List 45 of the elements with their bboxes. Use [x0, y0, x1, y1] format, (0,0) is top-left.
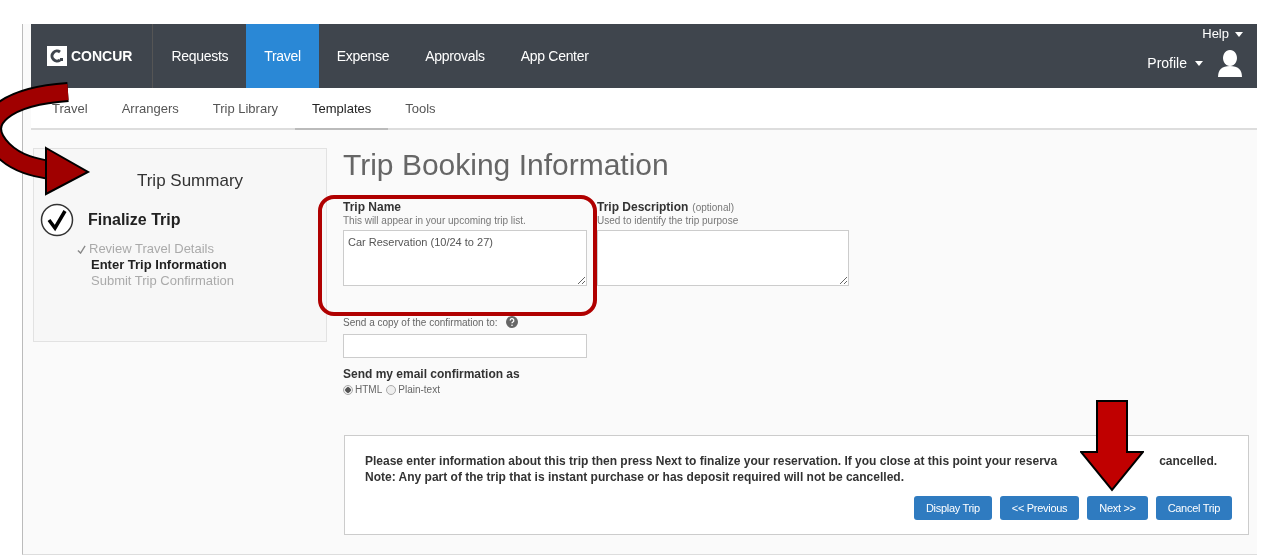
caret-icon: [1195, 60, 1203, 66]
email-field[interactable]: [343, 334, 587, 358]
check-icon: [77, 244, 86, 254]
optional-note: (optional): [692, 202, 735, 213]
sub-tab[interactable]: Trip Library: [195, 88, 295, 128]
step-title: Finalize Trip: [88, 211, 181, 229]
trip-description-field[interactable]: [597, 230, 849, 286]
logo-icon: [47, 46, 67, 66]
trip-name-field[interactable]: Car Reservation (10/24 to 27): [343, 230, 587, 286]
step-item: Enter Trip Information: [91, 257, 227, 273]
page-title: Trip Booking Information: [343, 148, 670, 182]
radio-button[interactable]: [343, 384, 353, 395]
field-label: Trip Name: [343, 200, 403, 214]
notice-text: cancelled.: [1159, 454, 1218, 468]
nav-tab[interactable]: Travel: [246, 24, 319, 88]
nav-tab[interactable]: App Center: [502, 24, 607, 88]
notice-text: Please enter information about this trip then press Next to finalize your reservation. If you close at this point your reserva: [365, 454, 1058, 468]
user-avatar-icon[interactable]: [1217, 48, 1243, 78]
radio-label[interactable]: HTML: [355, 384, 383, 395]
field-hint: This will appear in your upcoming trip list.: [343, 215, 527, 226]
nav-tab[interactable]: Expense: [318, 24, 408, 88]
action-button[interactable]: Cancel Trip: [1155, 496, 1232, 520]
action-button[interactable]: << Previous: [999, 496, 1080, 520]
notice-text: Note: Any part of the trip that is instant purchase or has deposit required will not be cancelled.: [365, 470, 905, 484]
radio-button[interactable]: [386, 384, 397, 395]
help-icon[interactable]: [505, 316, 518, 328]
field-label: Trip Description: [597, 200, 689, 214]
radio-label[interactable]: Plain-text: [398, 384, 440, 395]
step-item: Review Travel Details: [89, 241, 214, 257]
field-hint: Used to identify the trip purpose: [597, 215, 740, 226]
profile-menu[interactable]: Profile: [1147, 55, 1203, 71]
caret-icon: [1235, 31, 1243, 37]
action-button[interactable]: Display Trip: [913, 496, 992, 520]
sub-tab[interactable]: Arrangers: [104, 88, 196, 128]
step-item: Submit Trip Confirmation: [91, 273, 235, 289]
sub-tab[interactable]: Travel: [35, 88, 105, 128]
nav-tab[interactable]: Requests: [153, 24, 247, 88]
field-label: Send a copy of the confirmation to:: [343, 316, 498, 328]
nav-tab[interactable]: Approvals: [407, 24, 503, 88]
field-label: Send my email confirmation as: [343, 367, 521, 381]
panel-title: Trip Summary: [135, 171, 245, 191]
sub-tab[interactable]: Templates: [295, 88, 389, 130]
help-menu[interactable]: Help: [1202, 26, 1243, 42]
sub-tab[interactable]: Tools: [388, 88, 453, 128]
action-button[interactable]: Next >>: [1087, 496, 1148, 520]
